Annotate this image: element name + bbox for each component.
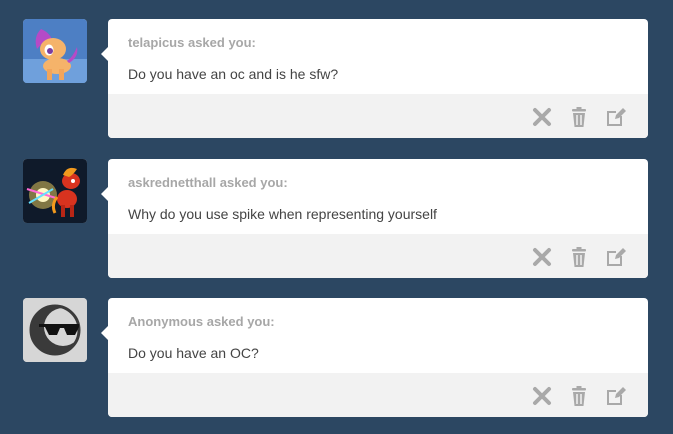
question-text: Do you have an OC?	[128, 345, 259, 361]
trash-icon[interactable]	[568, 385, 590, 407]
ask-card: askrednetthall asked you: Why do you use…	[101, 159, 648, 278]
anonymous-sunglasses-avatar-icon	[23, 298, 87, 362]
question-text: Do you have an oc and is he sfw?	[128, 66, 339, 82]
asker-name: telapicus asked you:	[128, 35, 256, 50]
close-icon[interactable]	[531, 385, 553, 407]
trash-icon[interactable]	[568, 246, 590, 268]
edit-icon[interactable]	[605, 385, 627, 407]
edit-icon[interactable]	[605, 106, 627, 128]
edit-icon[interactable]	[605, 246, 627, 268]
asker-avatar[interactable]	[23, 298, 87, 362]
ask-card: Anonymous asked you: Do you have an OC?	[101, 298, 648, 417]
card-footer	[108, 373, 648, 417]
asker-avatar[interactable]	[23, 159, 87, 223]
close-icon[interactable]	[531, 106, 553, 128]
card-footer	[108, 94, 648, 138]
close-icon[interactable]	[531, 246, 553, 268]
card-footer	[108, 234, 648, 278]
ask-card: telapicus asked you: Do you have an oc a…	[101, 19, 648, 138]
asker-name: askrednetthall asked you:	[128, 175, 288, 190]
trash-icon[interactable]	[568, 106, 590, 128]
glowing-pony-avatar-icon	[23, 159, 87, 223]
asker-name: Anonymous asked you:	[128, 314, 275, 329]
asker-avatar[interactable]	[23, 19, 87, 83]
pony-avatar-icon	[23, 19, 87, 83]
question-text: Why do you use spike when representing y…	[128, 206, 437, 222]
